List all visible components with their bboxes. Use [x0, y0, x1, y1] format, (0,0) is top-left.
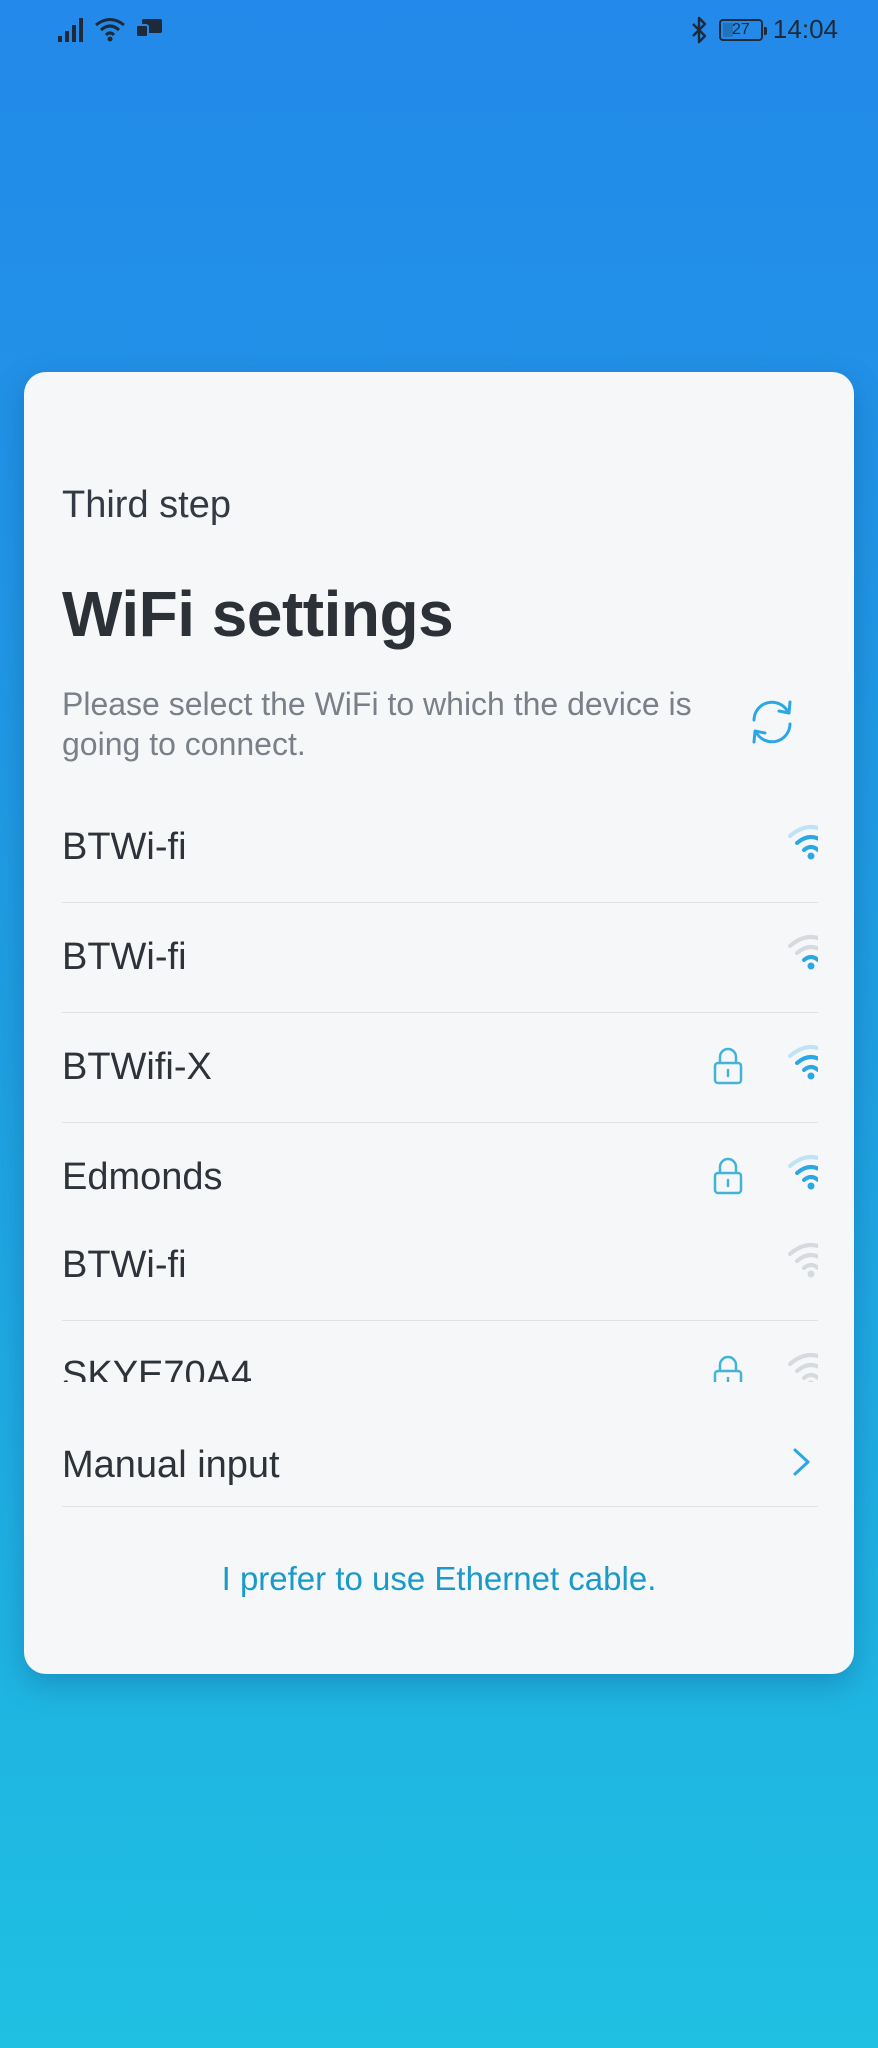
- wifi-network-name: BTWi-fi: [62, 936, 187, 978]
- wifi-network-name: BTWi-fi: [62, 826, 187, 868]
- wifi-network-row[interactable]: BTWi-fi: [62, 1210, 818, 1321]
- wifi-signal-icon: [788, 1045, 818, 1080]
- refresh-button[interactable]: [742, 692, 802, 752]
- wifi-network-row[interactable]: BTWi-fi: [62, 902, 818, 1013]
- battery-icon: 27: [718, 18, 767, 41]
- wifi-network-list: BTWi-fi BTWi-fi BTWifi-X Edmonds BTWi-fi SKYE…: [62, 792, 818, 1382]
- lock-icon: [713, 1157, 743, 1195]
- cellular-signal-icon: [58, 18, 83, 42]
- wifi-network-name: BTWi-fi: [62, 1244, 187, 1286]
- status-left: [58, 16, 164, 42]
- ethernet-cable-link[interactable]: I prefer to use Ethernet cable.: [24, 1560, 854, 1598]
- refresh-icon: [752, 700, 792, 744]
- bluetooth-icon: [692, 16, 707, 43]
- wifi-signal-icon: [788, 825, 818, 860]
- step-label: Third step: [62, 484, 231, 526]
- status-right: 27 14:04: [691, 14, 838, 45]
- wifi-signal-icon: [788, 935, 818, 970]
- wifi-network-name: SKYE70A4: [62, 1354, 253, 1382]
- battery-percent: 27: [732, 20, 750, 38]
- wifi-network-name: BTWifi-X: [62, 1046, 212, 1088]
- wifi-network-row[interactable]: SKYE70A4: [62, 1320, 818, 1382]
- wifi-signal-icon: [788, 1353, 818, 1382]
- instructions-text: Please select the WiFi to which the devi…: [62, 686, 692, 762]
- status-time: 14:04: [772, 14, 838, 44]
- wifi-network-name: Edmonds: [62, 1156, 223, 1198]
- lock-icon: [713, 1355, 743, 1382]
- wifi-signal-icon: [788, 1155, 818, 1190]
- wifi-settings-card: Third step WiFi settings Please select t…: [24, 372, 854, 1674]
- screencast-icon: [135, 19, 162, 38]
- manual-input-label: Manual input: [62, 1444, 280, 1486]
- wifi-status-icon: [95, 18, 125, 42]
- wifi-network-row[interactable]: BTWifi-X: [62, 1012, 818, 1123]
- wifi-network-row[interactable]: BTWi-fi: [62, 792, 818, 903]
- manual-input-row[interactable]: Manual input: [62, 1422, 818, 1507]
- chevron-right-icon: [793, 1448, 810, 1476]
- page-title: WiFi settings: [62, 578, 454, 650]
- status-bar: 27 14:04: [0, 0, 878, 60]
- lock-icon: [713, 1047, 743, 1085]
- wifi-signal-icon: [788, 1243, 818, 1278]
